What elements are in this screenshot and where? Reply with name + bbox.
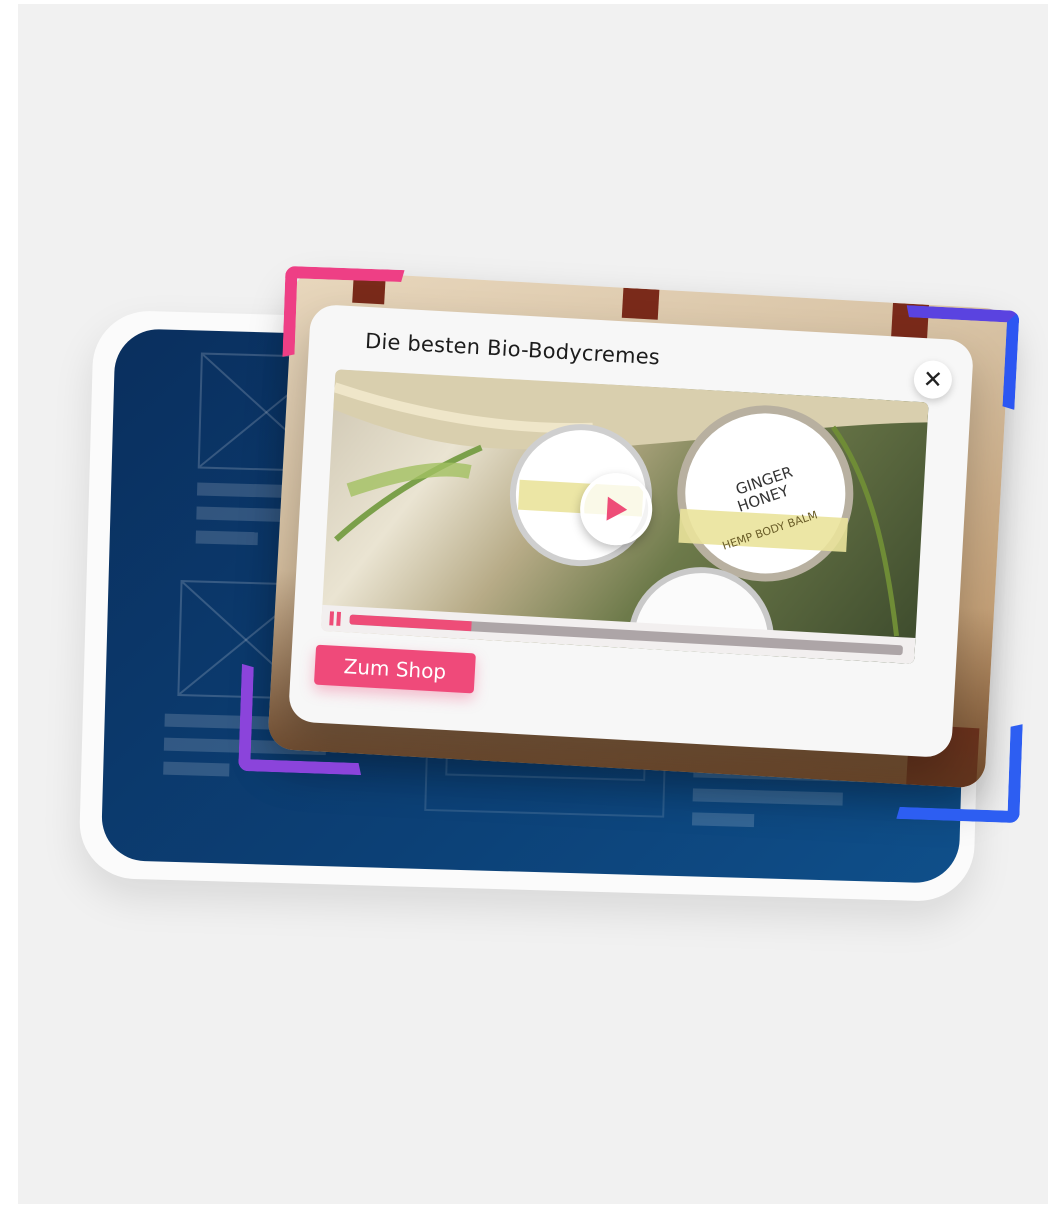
focus-bracket-bottom-right [896,719,1023,824]
video-player[interactable]: GINGER HONEY HEMP BODY BALM [320,369,929,665]
wireframe-text-line [691,812,755,828]
focus-bracket-top-right [901,305,1020,410]
photo-frame-detail [621,287,660,320]
video-popup: Die besten Bio-Bodycremes ✕ GINGER HONEY… [287,303,975,759]
focus-bracket-top-left [282,265,405,362]
pause-icon[interactable] [329,611,342,626]
wireframe-text-line [163,761,230,777]
play-icon [606,496,628,521]
wireframe-text-line [195,530,258,546]
wireframe-text-line [692,788,843,806]
progress-fill [349,614,472,632]
illustration-stage: Die besten Bio-Bodycremes ✕ GINGER HONEY… [18,4,1048,1204]
focus-bracket-bottom-left [238,663,365,776]
popup-title: Die besten Bio-Bodycremes [364,328,661,370]
